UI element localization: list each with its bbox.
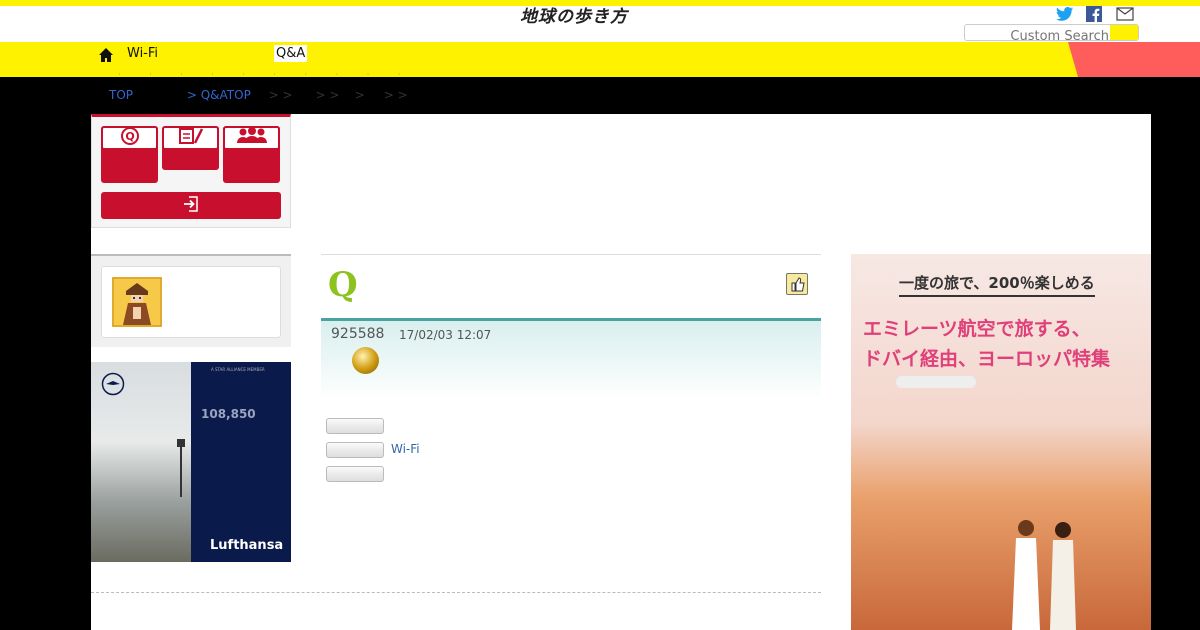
login-button[interactable] (101, 192, 281, 219)
breadcrumb-qa-top[interactable]: > Q&ATOP (187, 88, 251, 102)
site-logo[interactable]: 地球の歩き方 (520, 2, 628, 27)
thumbs-up-icon[interactable] (786, 273, 808, 295)
question-date: 17/02/03 12:07 (399, 328, 492, 342)
tag-button[interactable] (326, 442, 384, 458)
social-links (1056, 6, 1134, 22)
ad-headline: 一度の旅で、200％楽しめる (899, 272, 1095, 297)
twitter-icon[interactable] (1056, 6, 1074, 22)
tag-button[interactable] (326, 418, 384, 434)
ask-question-button[interactable]: Q (101, 126, 158, 183)
question-tags: Wi-Fi (321, 400, 821, 490)
lufthansa-ad[interactable]: A STAR ALLIANCE MEMBER 108,850 Lufthansa (91, 362, 291, 562)
home-icon[interactable] (98, 47, 114, 67)
breadcrumb-rest: > > > > > > > (268, 88, 408, 102)
profile-section (91, 254, 291, 347)
nav-accent (1068, 42, 1200, 77)
question-mark: Q (328, 265, 358, 305)
search-button[interactable] (1110, 25, 1138, 40)
tag-button[interactable] (326, 466, 384, 482)
tag-link-wifi[interactable]: Wi-Fi (391, 442, 420, 456)
airplane-icon (896, 376, 976, 388)
users-icon (235, 127, 269, 149)
main-content: Q A STAR ALLIANCE MEMBER 108,850 Lufthan… (91, 114, 1151, 630)
question-header: Q (321, 254, 821, 318)
edit-button[interactable] (162, 126, 219, 170)
top-header: 地球の歩き方 (0, 0, 1200, 44)
user-menu: Q (91, 114, 291, 228)
mail-icon[interactable] (1116, 6, 1134, 22)
nav-item-wifi[interactable]: Wi-Fi (127, 46, 158, 61)
nav-item-qa[interactable]: Q&A (274, 45, 308, 62)
nav-submenu-dots: · · · · · · · · · · (118, 70, 414, 77)
ad-panel (191, 362, 291, 562)
svg-text:Q: Q (125, 130, 134, 143)
notepad-icon (178, 127, 204, 149)
rank-medal-icon (352, 347, 379, 374)
ad-member-text: A STAR ALLIANCE MEMBER (211, 367, 265, 372)
emirates-ad[interactable]: 一度の旅で、200％楽しめる エミレーツ航空で旅する、 ドバイ経由、ヨーロッパ特… (851, 254, 1151, 630)
facebook-icon[interactable] (1086, 6, 1104, 22)
ad-price: 108,850 (201, 407, 256, 421)
ad-photo (91, 362, 191, 562)
avatar (112, 277, 162, 331)
question-detail: Q 925588 17/02/03 12:07 Wi-Fi (321, 254, 821, 490)
ad-title: エミレーツ航空で旅する、 ドバイ経由、ヨーロッパ特集 (863, 314, 1110, 374)
question-id: 925588 (331, 326, 385, 342)
lamp-post-icon (175, 437, 187, 501)
question-meta: 925588 17/02/03 12:07 (321, 318, 821, 400)
section-divider (91, 592, 821, 593)
travelers-illustration (1001, 514, 1091, 630)
ad-title-line1: エミレーツ航空で旅する、 (863, 318, 1091, 340)
breadcrumb: TOP > Q&ATOP > > > > > > > (109, 88, 408, 102)
ad-brand: Lufthansa (210, 538, 284, 553)
search-box (964, 24, 1139, 44)
main-nav: Wi-Fi Q&A · · · · · · · · · · (0, 42, 1200, 77)
community-button[interactable] (223, 126, 280, 183)
crane-logo-icon (101, 372, 125, 400)
ad-title-line2: ドバイ経由、ヨーロッパ特集 (863, 348, 1111, 370)
login-icon (182, 195, 200, 217)
breadcrumb-top[interactable]: TOP (109, 88, 133, 102)
profile-card[interactable] (101, 266, 281, 338)
question-icon: Q (120, 126, 140, 150)
